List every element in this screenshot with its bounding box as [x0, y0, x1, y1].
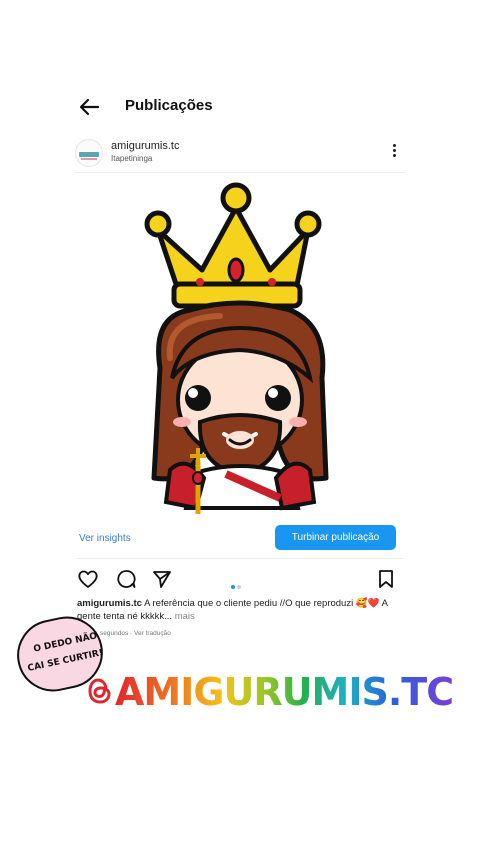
more-options-icon[interactable]	[391, 144, 397, 162]
page-title: Publicações	[125, 97, 213, 114]
post-caption: amigurumis.tc A referência que o cliente…	[77, 597, 397, 623]
post-meta: segundos · Ver tradução	[100, 630, 171, 637]
top-bar: Publicações	[0, 88, 480, 126]
crown-illustration	[144, 182, 322, 309]
post-location[interactable]: Itapetininga	[111, 154, 152, 163]
carousel-dot-active	[231, 585, 235, 589]
post-actions	[75, 566, 405, 590]
view-insights-link[interactable]: Ver insights	[79, 533, 131, 544]
post-username[interactable]: amigurumis.tc	[111, 140, 179, 152]
caption-username[interactable]: amigurumis.tc	[77, 598, 142, 609]
insights-row: Ver insights Turbinar publicação	[75, 525, 405, 553]
carousel-dot	[237, 585, 241, 589]
handle-text: AMIGURUMIS.TC	[115, 670, 454, 714]
back-arrow-icon[interactable]	[76, 94, 102, 120]
threads-handle: AMIGURUMIS.TC	[88, 668, 454, 718]
threads-icon	[88, 678, 111, 704]
comment-icon[interactable]	[115, 568, 137, 590]
heart-icon[interactable]	[77, 568, 99, 590]
divider	[75, 172, 405, 173]
avatar[interactable]	[75, 139, 103, 167]
post-header: amigurumis.tc Itapetininga	[75, 136, 405, 170]
save-bookmark-icon[interactable]	[375, 568, 397, 590]
post-image[interactable]	[130, 178, 350, 518]
divider	[75, 558, 405, 559]
share-icon[interactable]	[151, 568, 173, 590]
carousel-indicator	[231, 576, 247, 589]
boost-post-button[interactable]: Turbinar publicação	[275, 525, 396, 550]
caption-more-link[interactable]: mais	[175, 611, 195, 622]
